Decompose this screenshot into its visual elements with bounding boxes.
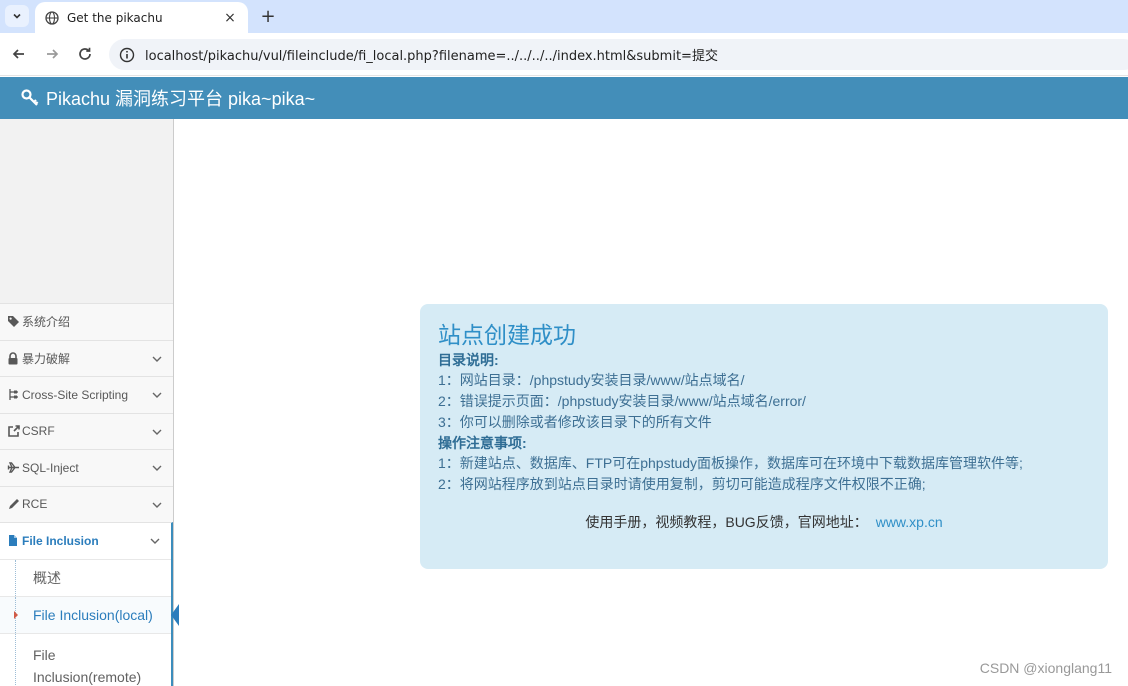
sidebar-item-brute-force[interactable]: 暴力破解: [0, 339, 173, 376]
forward-button[interactable]: [41, 43, 63, 65]
footer-text: 使用手册，视频教程，BUG反馈，官网地址：: [585, 514, 868, 530]
chevron-down-icon: [151, 499, 163, 511]
sidebar-item-label: Cross-Site Scripting: [22, 387, 129, 402]
reload-button[interactable]: [74, 43, 96, 65]
url-text: localhost/pikachu/vul/fileinclude/fi_loc…: [145, 49, 718, 64]
operations-line: 1：新建站点、数据库、FTP可在phpstudy面板操作，数据库可在环境中下载数…: [438, 455, 1023, 471]
operations-heading: 操作注意事项:: [438, 435, 527, 451]
operations-line: 2：将网站程序放到站点目录时请使用复制，剪切可能造成程序文件权限不正确;: [438, 476, 926, 492]
tag-icon: [6, 315, 20, 329]
sidebar-item-file-inclusion[interactable]: File Inclusion: [0, 522, 173, 559]
sidebar-item-csrf[interactable]: CSRF: [0, 412, 173, 449]
file-inclusion-submenu: 概述 File Inclusion(local) File Inclusion(…: [0, 558, 179, 686]
pencil-icon: [6, 497, 20, 511]
tree-line: [15, 559, 16, 596]
plane-icon: [6, 461, 20, 475]
sidebar-item-label: 暴力破解: [22, 351, 71, 366]
directory-line: 2：错误提示页面：/phpstudy安装目录/www/站点域名/error/: [438, 393, 806, 409]
directory-heading: 目录说明:: [438, 352, 499, 368]
sidebar-item-intro[interactable]: 系统介绍: [0, 303, 173, 340]
info-icon[interactable]: [119, 47, 135, 63]
directory-line: 1：网站目录：/phpstudy安装目录/www/站点域名/: [438, 372, 745, 388]
arrow-left-icon: [12, 49, 24, 59]
submenu-item-label: 概述: [33, 569, 61, 586]
tab-search-dropdown[interactable]: [5, 5, 29, 27]
browser-tab-bar: Get the pikachu × +: [0, 0, 1128, 33]
close-tab-button[interactable]: ×: [222, 10, 238, 26]
chevron-down-icon: [151, 389, 163, 401]
submenu-item-overview[interactable]: 概述: [0, 558, 171, 596]
caret-right-icon: [14, 610, 18, 619]
sidebar-item-label: RCE: [22, 497, 48, 512]
panel-title: 站点创建成功: [438, 322, 576, 348]
active-pointer-icon: [171, 603, 179, 626]
browser-toolbar: localhost/pikachu/vul/fileinclude/fi_loc…: [0, 33, 1128, 76]
key-icon: [20, 88, 40, 108]
lock-icon: [6, 351, 20, 365]
submenu-item-local[interactable]: File Inclusion(local): [0, 595, 179, 633]
directory-line: 3：你可以删除或者修改该目录下的所有文件: [438, 414, 712, 430]
back-button[interactable]: [8, 43, 30, 65]
globe-icon: [45, 10, 59, 25]
brand-title[interactable]: Pikachu 漏洞练习平台 pika~pika~: [46, 85, 315, 111]
watermark: CSDN @xionglang11: [979, 660, 1112, 676]
official-site-link[interactable]: www.xp.cn: [876, 514, 943, 530]
site-created-panel: 站点创建成功 目录说明: 1：网站目录：/phpstudy安装目录/www/站点…: [420, 304, 1108, 569]
chevron-down-icon: [151, 426, 163, 438]
address-bar[interactable]: localhost/pikachu/vul/fileinclude/fi_loc…: [109, 39, 1128, 70]
app-header: Pikachu 漏洞练习平台 pika~pika~: [0, 77, 1128, 119]
arrow-right-icon: [47, 49, 59, 59]
panel-footer: 使用手册，视频教程，BUG反馈，官网地址： www.xp.cn: [420, 512, 1108, 532]
reload-icon: [79, 47, 91, 60]
submenu-item-remote[interactable]: File Inclusion(remote): [0, 632, 171, 686]
tab-title: Get the pikachu: [67, 10, 163, 25]
external-link-icon: [6, 424, 20, 438]
sidebar-item-label: SQL-Inject: [22, 460, 79, 475]
submenu-item-label: File Inclusion(local): [33, 606, 153, 623]
new-tab-button[interactable]: +: [256, 4, 280, 28]
submenu-item-label: File Inclusion(remote): [33, 646, 142, 685]
chevron-down-icon: [151, 353, 163, 365]
sidebar-item-label: 系统介绍: [22, 315, 71, 330]
sidebar: 系统介绍 暴力破解 Cross-Site Scripting CSRF SQL-…: [0, 119, 179, 686]
sidebar-item-sql-inject[interactable]: SQL-Inject: [0, 449, 173, 486]
sidebar-item-label: File Inclusion: [22, 533, 99, 548]
sidebar-item-xss[interactable]: Cross-Site Scripting: [0, 376, 173, 413]
chevron-down-icon: [149, 535, 161, 547]
sidebar-item-label: CSRF: [22, 424, 55, 439]
tree-line: [15, 633, 16, 686]
file-icon: [6, 534, 20, 548]
browser-tab[interactable]: Get the pikachu ×: [35, 2, 248, 33]
chevron-down-icon: [13, 13, 21, 19]
sidebar-item-rce[interactable]: RCE: [0, 485, 173, 522]
chevron-down-icon: [151, 462, 163, 474]
sitemap-icon: [6, 388, 20, 402]
